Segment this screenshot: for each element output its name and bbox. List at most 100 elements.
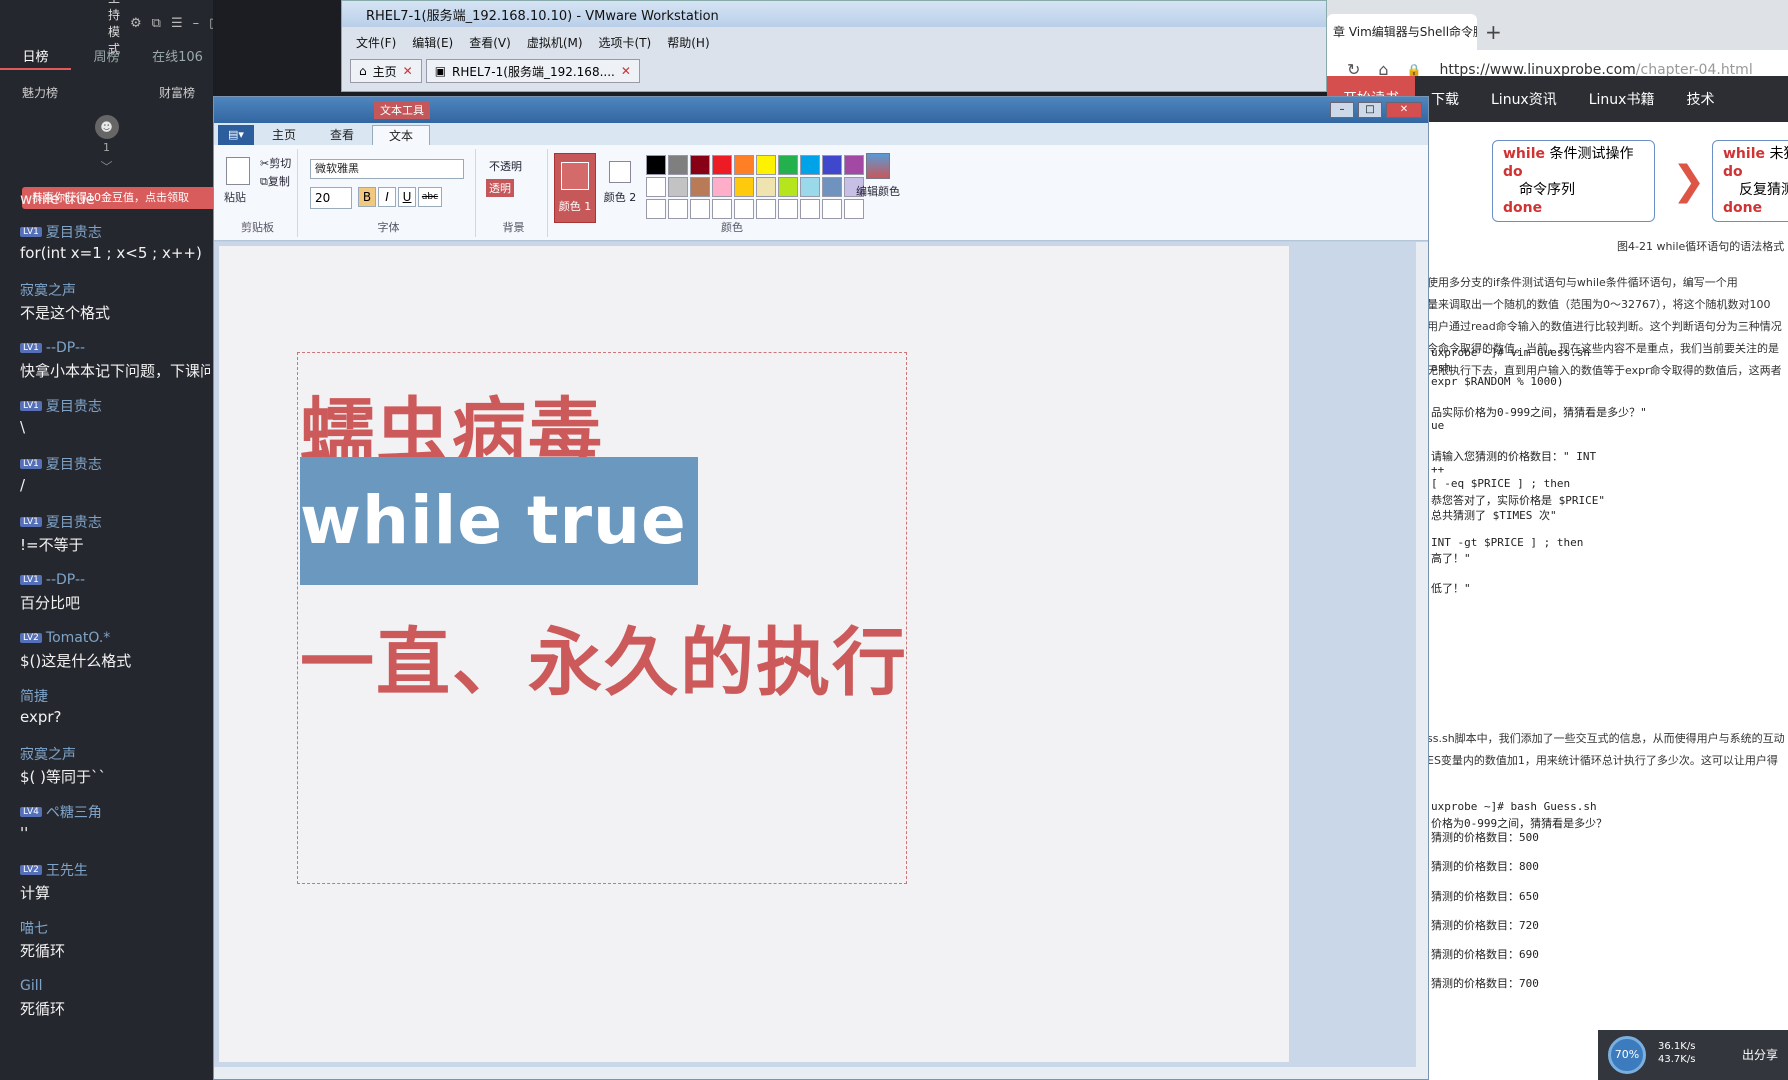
menu-edit[interactable]: 编辑(E) (412, 34, 453, 51)
message-text: $( )等同于`` (20, 768, 107, 786)
palette-swatch[interactable] (778, 199, 798, 219)
palette-swatch[interactable] (668, 177, 688, 197)
popout-icon[interactable]: ⧉ (152, 16, 161, 31)
close-icon[interactable]: ✕ (621, 64, 631, 78)
nav-linux-books[interactable]: Linux书籍 (1573, 89, 1671, 109)
palette-swatch[interactable] (734, 177, 754, 197)
menu-icon[interactable]: ☰ (171, 16, 183, 31)
background-group: 不透明 透明 背景 (480, 149, 548, 237)
drawing-canvas[interactable]: 蠕虫病毒 while true 一直、永久的执行 (219, 246, 1289, 1062)
tab-home[interactable]: 主页 (256, 125, 312, 145)
palette-swatch[interactable] (734, 199, 754, 219)
chevron-down-icon[interactable]: ﹀ (0, 158, 213, 175)
charm-rank-tab[interactable]: 魅力榜 (22, 84, 58, 101)
cut-button[interactable]: ✂剪切 (260, 155, 291, 171)
palette-swatch[interactable] (756, 155, 776, 175)
color2-button[interactable]: 颜色 2 (602, 161, 638, 205)
vm-icon: ▣ (434, 64, 447, 78)
maximize-icon[interactable]: □ (209, 16, 213, 31)
palette-swatch[interactable] (734, 155, 754, 175)
copy-button[interactable]: ⧉复制 (260, 173, 290, 189)
new-tab-icon[interactable]: + (1485, 20, 1502, 44)
tab-text[interactable]: 文本 (372, 125, 431, 145)
level-badge: LV1 (20, 575, 42, 585)
fig-text: 未猜 (1769, 146, 1788, 162)
wealth-rank-tab[interactable]: 财富榜 (159, 84, 195, 101)
palette-swatch[interactable] (822, 155, 842, 175)
syntax-figure-2: while 未猜 do 反复猜测 done (1712, 140, 1788, 222)
share-button[interactable]: 出分享 (1742, 1046, 1778, 1063)
minimize-icon[interactable]: – (1330, 102, 1354, 118)
strikethrough-button[interactable]: abc (418, 187, 442, 207)
palette-swatch[interactable] (756, 177, 776, 197)
palette-swatch[interactable] (778, 155, 798, 175)
menu-help[interactable]: 帮助(H) (667, 34, 709, 51)
level-badge: LV1 (20, 401, 42, 411)
vertical-scrollbar[interactable] (1416, 242, 1428, 1079)
maximize-icon[interactable]: □ (1358, 102, 1382, 118)
tab-vm[interactable]: ▣ RHEL7-1(服务端_192.168.... ✕ (425, 59, 640, 83)
opaque-button[interactable]: 不透明 (486, 157, 525, 175)
font-size-select[interactable]: 20 (310, 187, 352, 209)
palette-swatch[interactable] (800, 155, 820, 175)
close-icon[interactable]: ✕ (1386, 102, 1422, 118)
palette-swatch[interactable] (712, 199, 732, 219)
color1-button[interactable]: 颜色 1 (554, 153, 596, 223)
cpu-percent[interactable]: 70% (1608, 1036, 1646, 1074)
tab-weekly[interactable]: 周榜 (71, 46, 142, 70)
color1-swatch (561, 162, 589, 190)
palette-swatch[interactable] (800, 177, 820, 197)
palette-swatch[interactable] (778, 177, 798, 197)
file-menu-button[interactable]: ▤▾ (218, 125, 254, 145)
menu-tabs[interactable]: 选项卡(T) (599, 34, 652, 51)
italic-button[interactable]: I (378, 187, 396, 207)
font-family-select[interactable]: 微软雅黑 (310, 159, 464, 179)
horizontal-scrollbar[interactable] (214, 1067, 1428, 1079)
nav-tech[interactable]: 技术 (1670, 89, 1730, 109)
list-item: 寂寞之声 不是这个格式 (20, 278, 210, 336)
menu-vm[interactable]: 虚拟机(M) (527, 34, 583, 51)
palette-swatch[interactable] (800, 199, 820, 219)
paste-icon[interactable] (226, 157, 250, 185)
tab-online[interactable]: 在线106 (142, 46, 213, 70)
palette-swatch[interactable] (822, 177, 842, 197)
palette-swatch[interactable] (668, 199, 688, 219)
paste-button[interactable]: 粘贴 (224, 189, 246, 205)
settings-icon[interactable]: ⚙ (130, 16, 142, 31)
text-box[interactable]: 蠕虫病毒 while true 一直、永久的执行 (297, 352, 907, 884)
avatar[interactable]: ☻ (94, 115, 119, 139)
menu-file[interactable]: 文件(F) (356, 34, 396, 51)
close-icon[interactable]: ✕ (403, 64, 413, 78)
palette-swatch[interactable] (646, 199, 666, 219)
live-chat-panel: 主持模式 ⚙ ⧉ ☰ – □ ✕ 日榜 周榜 在线106 魅力榜 财富榜 ☻ 1… (0, 0, 213, 1080)
code-line: uxprobe ~]# bash Guess.sh (1431, 800, 1597, 813)
transparent-button[interactable]: 透明 (486, 179, 514, 197)
palette-swatch[interactable] (690, 155, 710, 175)
menu-view[interactable]: 查看(V) (469, 34, 511, 51)
palette-swatch[interactable] (756, 199, 776, 219)
canvas-text-line-3[interactable]: 一直、永久的执行 (300, 603, 908, 710)
tab-home[interactable]: ⌂ 主页 ✕ (350, 59, 422, 83)
palette-swatch[interactable] (668, 155, 688, 175)
palette-swatch[interactable] (690, 177, 710, 197)
message-text: !=不等于 (20, 536, 84, 554)
tab-view[interactable]: 查看 (314, 125, 370, 145)
palette-swatch[interactable] (712, 155, 732, 175)
palette-swatch[interactable] (646, 177, 666, 197)
palette-swatch[interactable] (646, 155, 666, 175)
list-item: LV1 夏目贵志 / (20, 452, 210, 510)
palette-swatch[interactable] (690, 199, 710, 219)
palette-swatch[interactable] (822, 199, 842, 219)
palette-swatch[interactable] (712, 177, 732, 197)
edit-colors-button[interactable]: 编辑颜色 (852, 153, 904, 199)
nav-linux-news[interactable]: Linux资讯 (1475, 89, 1573, 109)
minimize-icon[interactable]: – (193, 16, 200, 31)
vmware-window: RHEL7-1(服务端_192.168.10.10) - VMware Work… (341, 0, 1327, 92)
vmware-title: RHEL7-1(服务端_192.168.10.10) - VMware Work… (342, 1, 1326, 27)
bold-button[interactable]: B (358, 187, 376, 207)
palette-swatch[interactable] (844, 199, 864, 219)
underline-button[interactable]: U (398, 187, 416, 207)
tab-daily[interactable]: 日榜 (0, 46, 71, 70)
browser-tab[interactable]: 章 Vim编辑器与Shell命令脚 (1327, 14, 1477, 50)
canvas-text-line-2-selected[interactable]: while true (300, 457, 698, 585)
